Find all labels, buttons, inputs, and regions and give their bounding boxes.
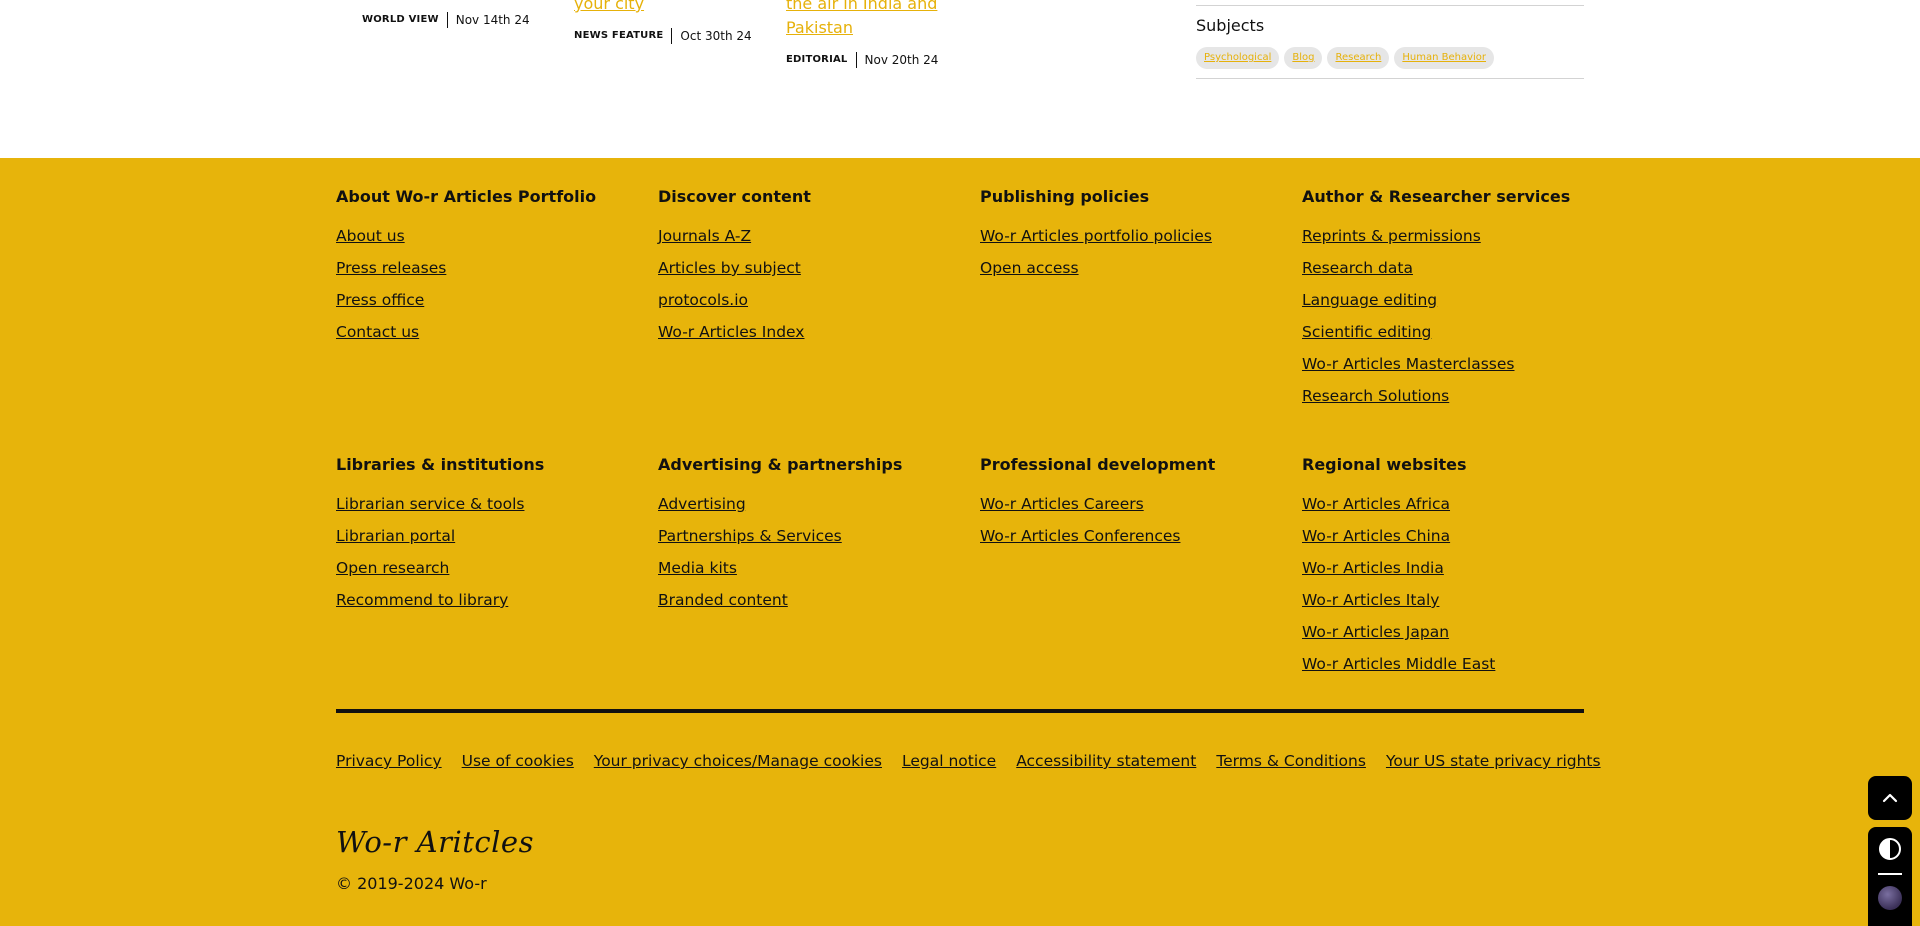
footer-column-heading: Advertising & partnerships	[658, 455, 903, 474]
article-title-line: Pakistan	[786, 18, 853, 37]
avatar[interactable]	[1878, 886, 1902, 910]
footer-link[interactable]: Press office	[336, 291, 424, 309]
related-articles-strip: WORLD VIEW Nov 14th 24 your city NEWS FE…	[0, 0, 1920, 158]
footer-link[interactable]: Reprints & permissions	[1302, 227, 1481, 245]
footer-link[interactable]: Wo-r Articles Japan	[1302, 623, 1449, 641]
subject-tag[interactable]: Psychological	[1196, 47, 1280, 69]
footer-column: Professional development Wo-r Articles C…	[980, 455, 1280, 558]
legal-link[interactable]: Terms & Conditions	[1216, 752, 1366, 770]
theme-controls	[1868, 827, 1912, 926]
theme-divider	[1878, 873, 1902, 875]
footer-column: Author & Researcher services Reprints & …	[1302, 187, 1602, 418]
footer-column: Regional websites Wo-r Articles Africa W…	[1302, 455, 1602, 686]
footer-divider	[336, 709, 1584, 713]
article-meta: EDITORIAL Nov 20th 24	[786, 52, 986, 68]
footer-link[interactable]: Wo-r Articles China	[1302, 527, 1450, 545]
footer-link[interactable]: Recommend to library	[336, 591, 508, 609]
site-footer: About Wo-r Articles Portfolio About us P…	[0, 158, 1920, 926]
article-type: WORLD VIEW	[362, 12, 448, 28]
article-card: WORLD VIEW Nov 14th 24	[362, 12, 562, 28]
footer-link[interactable]: About us	[336, 227, 405, 245]
legal-link[interactable]: Use of cookies	[462, 752, 574, 770]
footer-link[interactable]: Scientific editing	[1302, 323, 1431, 341]
footer-link[interactable]: Articles by subject	[658, 259, 801, 277]
subjects-heading: Subjects	[1196, 16, 1265, 35]
article-meta: NEWS FEATURE Oct 30th 24	[574, 28, 774, 44]
site-logo[interactable]: Wo-r Aritcles	[336, 825, 534, 859]
footer-link[interactable]: Open access	[980, 259, 1079, 277]
legal-link[interactable]: Accessibility statement	[1016, 752, 1196, 770]
footer-link[interactable]: Librarian portal	[336, 527, 455, 545]
footer-link[interactable]: Branded content	[658, 591, 788, 609]
footer-column: About Wo-r Articles Portfolio About us P…	[336, 187, 636, 354]
footer-link[interactable]: Language editing	[1302, 291, 1437, 309]
footer-link[interactable]: Journals A-Z	[658, 227, 751, 245]
article-meta: WORLD VIEW Nov 14th 24	[362, 12, 562, 28]
footer-link[interactable]: Advertising	[658, 495, 746, 513]
footer-column-heading: Regional websites	[1302, 455, 1467, 474]
footer-link[interactable]: Partnerships & Services	[658, 527, 842, 545]
article-title-link[interactable]: the air in India and Pakistan	[786, 0, 986, 40]
footer-link[interactable]: Librarian service & tools	[336, 495, 524, 513]
legal-link[interactable]: Privacy Policy	[336, 752, 442, 770]
footer-column-heading: Publishing policies	[980, 187, 1150, 206]
article-title-link[interactable]: your city	[574, 0, 774, 16]
legal-link[interactable]: Your US state privacy rights	[1386, 752, 1601, 770]
legal-link[interactable]: Legal notice	[902, 752, 996, 770]
article-type: NEWS FEATURE	[574, 28, 673, 44]
footer-link[interactable]: Wo-r Articles portfolio policies	[980, 227, 1212, 245]
footer-column: Advertising & partnerships Advertising P…	[658, 455, 958, 622]
footer-link[interactable]: Open research	[336, 559, 449, 577]
footer-column-heading: Discover content	[658, 187, 811, 206]
footer-link[interactable]: Wo-r Articles Masterclasses	[1302, 355, 1515, 373]
chevron-up-icon	[1882, 793, 1898, 803]
footer-column-heading: About Wo-r Articles Portfolio	[336, 187, 597, 206]
legal-links: Privacy Policy Use of cookies Your priva…	[336, 752, 1601, 770]
subject-tag[interactable]: Research	[1327, 47, 1390, 69]
footer-column-heading: Libraries & institutions	[336, 455, 545, 474]
subjects-panel: Subjects Psychological Blog Research Hum…	[1196, 5, 1584, 79]
footer-link[interactable]: Research Solutions	[1302, 387, 1449, 405]
footer-link[interactable]: Wo-r Articles Italy	[1302, 591, 1439, 609]
footer-link[interactable]: Media kits	[658, 559, 737, 577]
footer-column-heading: Professional development	[980, 455, 1216, 474]
footer-link[interactable]: Press releases	[336, 259, 446, 277]
article-card: the air in India and Pakistan EDITORIAL …	[786, 0, 986, 68]
article-type: EDITORIAL	[786, 52, 857, 68]
copyright-text: © 2019-2024 Wo-r	[336, 874, 487, 893]
article-card: your city NEWS FEATURE Oct 30th 24	[574, 0, 774, 44]
footer-link[interactable]: Wo-r Articles India	[1302, 559, 1444, 577]
footer-link[interactable]: Contact us	[336, 323, 419, 341]
subject-tags: Psychological Blog Research Human Behavi…	[1196, 47, 1495, 69]
theme-toggle-button[interactable]	[1878, 837, 1902, 861]
article-title-line: the air in India and	[786, 0, 938, 13]
article-date: Nov 20th 24	[864, 53, 939, 67]
article-date: Oct 30th 24	[680, 29, 752, 43]
footer-column: Publishing policies Wo-r Articles portfo…	[980, 187, 1280, 290]
footer-link[interactable]: Wo-r Articles Middle East	[1302, 655, 1495, 673]
footer-link[interactable]: Wo-r Articles Africa	[1302, 495, 1450, 513]
article-date: Nov 14th 24	[455, 13, 530, 27]
subject-tag[interactable]: Human Behavior	[1394, 47, 1495, 69]
footer-link[interactable]: protocols.io	[658, 291, 748, 309]
footer-link[interactable]: Wo-r Articles Conferences	[980, 527, 1180, 545]
footer-link[interactable]: Wo-r Articles Careers	[980, 495, 1144, 513]
footer-column: Discover content Journals A-Z Articles b…	[658, 187, 958, 354]
subject-tag[interactable]: Blog	[1284, 47, 1323, 69]
footer-link[interactable]: Research data	[1302, 259, 1413, 277]
footer-column-heading: Author & Researcher services	[1302, 187, 1571, 206]
contrast-icon	[1879, 838, 1901, 860]
back-to-top-button[interactable]	[1868, 776, 1912, 820]
footer-column: Libraries & institutions Librarian servi…	[336, 455, 636, 622]
legal-link[interactable]: Your privacy choices/Manage cookies	[594, 752, 882, 770]
footer-link[interactable]: Wo-r Articles Index	[658, 323, 804, 341]
